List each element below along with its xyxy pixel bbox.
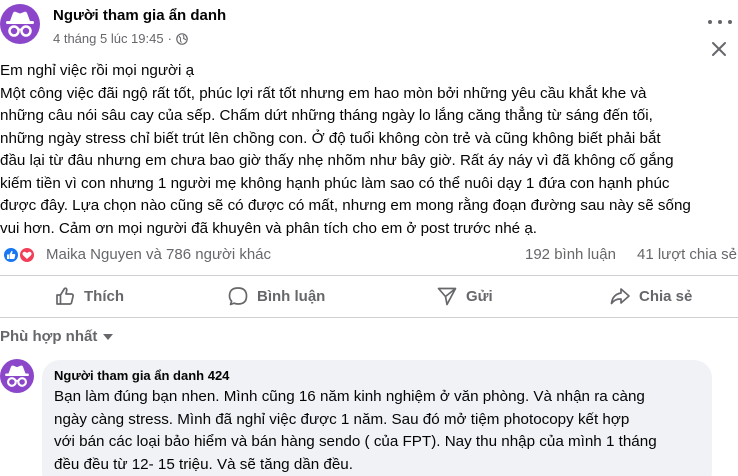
post-author-name[interactable]: Người tham gia ẩn danh [53,7,226,24]
anonymous-incognito-icon [6,11,34,37]
chevron-down-icon [103,334,114,340]
globe-icon[interactable] [176,32,188,45]
comment-button-label: Bình luận [257,287,326,305]
post-header: Người tham gia ẩn danh 4 tháng 5 lúc 19:… [0,0,738,56]
anonymous-avatar[interactable] [0,4,40,44]
reactors-text[interactable]: Maika Nguyen và 786 người khác [46,246,271,263]
reaction-summary[interactable] [2,246,42,264]
thumbs-up-icon [56,287,74,305]
comment-text: Bạn làm đúng bạn nhen. Mình cũng 16 năm … [54,388,657,473]
anonymous-incognito-icon [5,365,29,387]
more-options-icon[interactable] [708,14,732,30]
share-button-label: Chia sẻ [639,287,693,305]
share-button[interactable]: Chia sẻ [609,283,692,309]
post-timestamp[interactable]: 4 tháng 5 lúc 19:45 [53,31,164,46]
post-stats: Maika Nguyen và 786 người khác 192 bình … [0,242,738,268]
divider [0,275,738,276]
send-icon [437,287,457,306]
comment-sort-dropdown[interactable]: Phù hợp nhất [0,325,114,347]
post-action-bar: Thích Bình luận Gửi Chia sẻ [0,277,738,315]
post-meta: 4 tháng 5 lúc 19:45 · [53,31,188,46]
post-body-text: Em nghỉ việc rồi mọi người ạ Một công vi… [0,62,691,237]
comment-sort-label: Phù hợp nhất [0,327,98,345]
share-count[interactable]: 41 lượt chia sẻ [637,246,737,263]
love-icon [18,246,36,264]
like-icon [2,246,20,264]
like-button[interactable]: Thích [54,283,124,309]
comment-author-avatar[interactable] [0,359,34,393]
comment-bubble: Người tham gia ẩn danh 424 Bạn làm đúng … [42,360,712,476]
comment-icon [228,287,248,306]
divider [0,317,738,318]
comment-button[interactable]: Bình luận [227,283,325,309]
comment-count[interactable]: 192 bình luận [525,246,616,263]
comment-author-name[interactable]: Người tham gia ẩn danh 424 [54,368,229,383]
send-button-label: Gửi [466,287,493,305]
close-icon[interactable] [710,40,728,58]
share-icon [610,288,630,305]
send-button[interactable]: Gửi [436,283,493,309]
like-button-label: Thích [84,287,124,305]
